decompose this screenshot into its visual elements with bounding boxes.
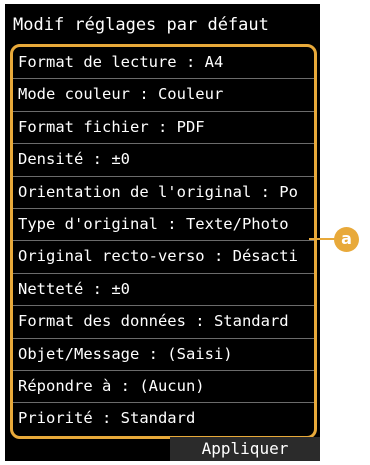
callout-badge: a xyxy=(334,227,359,252)
setting-item-density[interactable]: Densité : ±0 xyxy=(13,144,314,177)
setting-item-original-type[interactable]: Type d'original : Texte/Photo xyxy=(13,209,314,242)
setting-item-file-format[interactable]: Format fichier : PDF xyxy=(13,112,314,145)
setting-item-data-format[interactable]: Format des données : Standard xyxy=(13,306,314,339)
device-screen: Modif réglages par défaut Format de lect… xyxy=(5,4,320,461)
setting-item-subject-message[interactable]: Objet/Message : (Saisi) xyxy=(13,339,314,371)
setting-item-original-orientation[interactable]: Orientation de l'original : Po xyxy=(13,177,314,209)
screen-title: Modif réglages par défaut xyxy=(13,15,269,35)
setting-item-sharpness[interactable]: Netteté : ±0 xyxy=(13,274,314,307)
callout-line xyxy=(309,238,336,240)
settings-list: Format de lecture : A4 Mode couleur : Co… xyxy=(10,44,317,439)
setting-item-priority[interactable]: Priorité : Standard xyxy=(13,403,314,435)
apply-button[interactable]: Appliquer xyxy=(170,437,320,461)
setting-item-two-sided-original[interactable]: Original recto-verso : Désacti xyxy=(13,241,314,274)
setting-item-scan-size[interactable]: Format de lecture : A4 xyxy=(13,47,314,80)
setting-item-reply-to[interactable]: Répondre à : (Aucun) xyxy=(13,371,314,404)
setting-item-color-mode[interactable]: Mode couleur : Couleur xyxy=(13,79,314,112)
